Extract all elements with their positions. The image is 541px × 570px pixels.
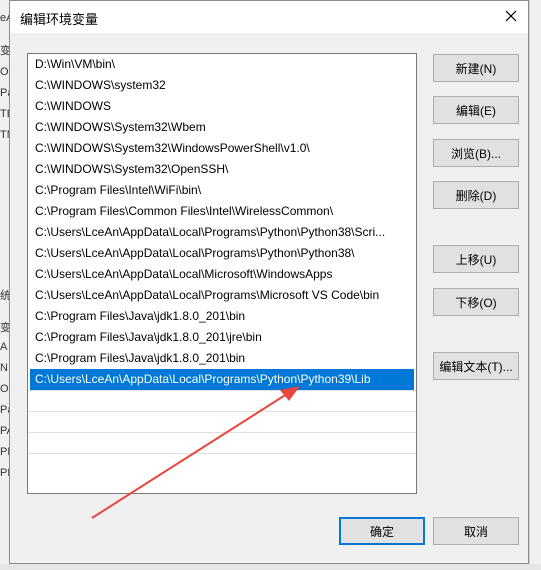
list-item[interactable]: D:\Win\VM\bin\	[28, 54, 416, 75]
move-down-button[interactable]: 下移(O)	[433, 288, 519, 316]
background-text: eA	[0, 12, 9, 24]
background-text: TN	[0, 129, 9, 141]
path-entries-list[interactable]: D:\Win\VM\bin\ C:\WINDOWS\system32 C:\WIND…	[27, 53, 417, 494]
cancel-button[interactable]: 取消	[433, 517, 519, 545]
background-text: Pa	[0, 404, 9, 416]
background-text: 变	[0, 322, 9, 334]
delete-button[interactable]: 删除(D)	[433, 181, 519, 209]
list-item-selected[interactable]: C:\Users\LceAn\AppData\Local\Programs\Py…	[30, 369, 414, 390]
browse-button[interactable]: 浏览(B)...	[433, 139, 519, 167]
new-button[interactable]: 新建(N)	[433, 54, 519, 82]
list-item[interactable]: C:\WINDOWS\system32	[28, 75, 416, 96]
list-item[interactable]: C:\Program Files\Java\jdk1.8.0_201\bin	[28, 348, 416, 369]
list-item[interactable]: C:\WINDOWS	[28, 96, 416, 117]
move-up-button[interactable]: 上移(U)	[433, 245, 519, 273]
list-empty-row[interactable]	[28, 453, 416, 474]
background-text: Pa	[0, 87, 9, 99]
list-item[interactable]: C:\Users\LceAn\AppData\Local\Microsoft\W…	[28, 264, 416, 285]
background-text: PF	[0, 467, 9, 479]
close-icon	[505, 10, 517, 22]
list-item[interactable]: C:\Program Files\Intel\WiFi\bin\	[28, 180, 416, 201]
edit-env-variable-dialog: 编辑环境变量 D:\Win\VM\bin\ C:\WINDOWS\system32…	[9, 0, 529, 564]
list-item[interactable]: C:\Program Files\Common Files\Intel\Wire…	[28, 201, 416, 222]
close-button[interactable]	[494, 1, 528, 31]
background-text: PF	[0, 446, 9, 458]
list-item[interactable]: C:\WINDOWS\System32\WindowsPowerShell\v1…	[28, 138, 416, 159]
list-item[interactable]: C:\Users\LceAn\AppData\Local\Programs\Py…	[28, 222, 416, 243]
dialog-title: 编辑环境变量	[20, 12, 99, 27]
background-text: N	[0, 362, 8, 374]
background-window-left: eA 变 O Pa TE TN 统 变 A N O Pa PA PF PF	[0, 0, 9, 570]
title-bar: 编辑环境变量	[10, 1, 528, 33]
edit-button[interactable]: 编辑(E)	[433, 96, 519, 124]
ok-button[interactable]: 确定	[339, 517, 425, 545]
background-text: O	[0, 66, 9, 78]
background-text: TE	[0, 108, 9, 120]
background-window-bottom	[0, 564, 541, 570]
list-empty-row[interactable]	[28, 390, 416, 411]
background-text: PA	[0, 425, 9, 437]
background-text: O	[0, 383, 9, 395]
background-text: 变	[0, 45, 9, 57]
background-text: 统	[0, 290, 9, 302]
list-item[interactable]: C:\WINDOWS\System32\Wbem	[28, 117, 416, 138]
list-item[interactable]: C:\WINDOWS\System32\OpenSSH\	[28, 159, 416, 180]
list-item[interactable]: C:\Program Files\Java\jdk1.8.0_201\bin	[28, 306, 416, 327]
list-item[interactable]: C:\Users\LceAn\AppData\Local\Programs\Py…	[28, 243, 416, 264]
list-item[interactable]: C:\Users\LceAn\AppData\Local\Programs\Mi…	[28, 285, 416, 306]
edit-text-button[interactable]: 编辑文本(T)...	[433, 352, 519, 380]
list-item[interactable]: C:\Program Files\Java\jdk1.8.0_201\jre\b…	[28, 327, 416, 348]
background-text: A	[0, 341, 8, 353]
background-window-right	[529, 0, 541, 570]
list-empty-row[interactable]	[28, 411, 416, 432]
list-empty-row[interactable]	[28, 432, 416, 453]
